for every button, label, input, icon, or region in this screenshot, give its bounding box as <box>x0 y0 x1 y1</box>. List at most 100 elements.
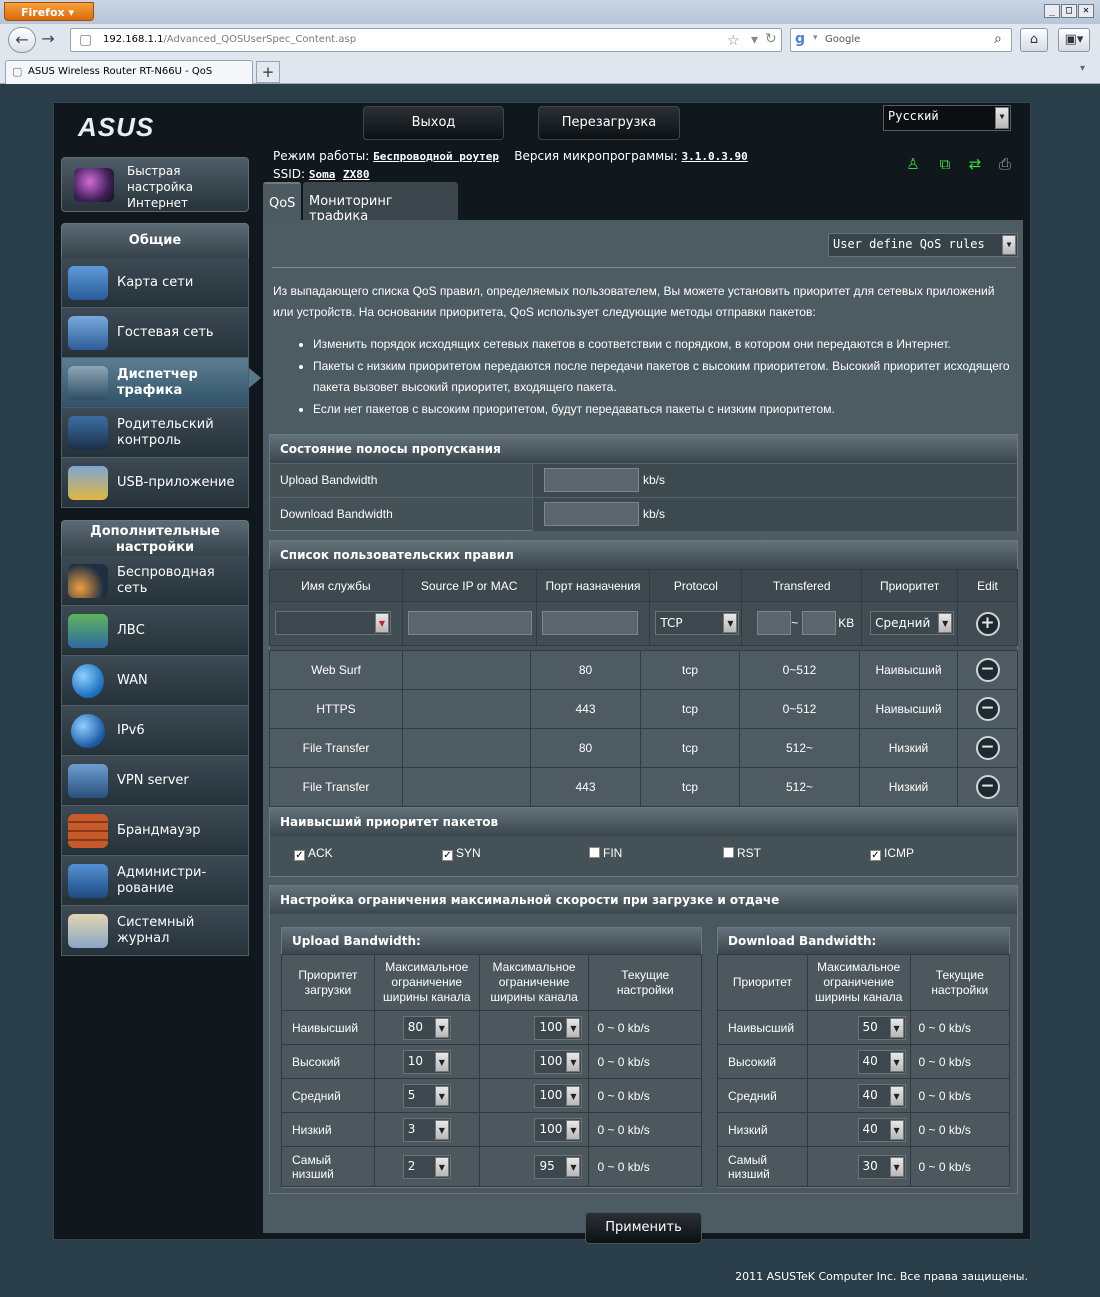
chevron-down-icon: ▼ <box>375 613 389 633</box>
upload-min-select[interactable]: 2 ▼ <box>402 1154 451 1179</box>
sidebar-item-system-log[interactable]: Системный журнал <box>61 906 249 956</box>
icmp-checkbox[interactable]: ✓ ICMP <box>870 846 914 861</box>
sidebar-item-vpn-server[interactable]: VPN server <box>61 756 249 806</box>
priority-select[interactable]: Средний ▼ <box>870 611 955 635</box>
download-limit-select[interactable]: 30 ▼ <box>857 1154 906 1179</box>
mode-link[interactable]: Беспроводной роутер <box>373 150 499 163</box>
quick-internet-setup-button[interactable]: Быстрая настройка Интернет <box>61 157 249 212</box>
limit-cell: 40 ▼ <box>806 1078 911 1113</box>
usb-status-icon[interactable]: ⇄ <box>966 155 984 173</box>
dropdown-arrow-icon[interactable]: ▾ <box>751 32 758 48</box>
edit-cell: − <box>957 650 1018 690</box>
sidebar-item-lan[interactable]: ЛВС <box>61 606 249 656</box>
download-bandwidth-label: Download Bandwidth <box>280 507 393 521</box>
upload-max-select[interactable]: 100 ▼ <box>534 1015 583 1040</box>
sidebar-item-ipv6[interactable]: IPv6 <box>61 706 249 756</box>
checkbox-box[interactable] <box>589 847 600 858</box>
upload-max-select[interactable]: 100 ▼ <box>534 1117 583 1142</box>
download-limit-select[interactable]: 50 ▼ <box>857 1015 906 1040</box>
protocol-select[interactable]: TCP ▼ <box>655 611 740 635</box>
checkbox-box[interactable]: ✓ <box>294 850 305 861</box>
language-select[interactable]: Русский ▼ <box>883 105 1011 131</box>
port-input[interactable] <box>541 611 638 635</box>
transfer-min-input[interactable] <box>757 611 792 635</box>
client-status-icon[interactable]: ♙ <box>904 155 922 173</box>
sidebar-item-parental-control[interactable]: Родительский контроль <box>61 408 249 458</box>
tab-qos[interactable]: QoS <box>263 182 301 220</box>
delete-rule-button[interactable]: − <box>975 775 1000 799</box>
upload-min-select[interactable]: 3 ▼ <box>402 1117 451 1142</box>
rule-name: HTTPS <box>269 689 403 729</box>
minimize-button[interactable]: _ <box>1044 4 1060 18</box>
tab-list-icon[interactable]: ▾ <box>1080 63 1085 74</box>
rst-checkbox[interactable]: RST <box>723 846 761 860</box>
close-window-button[interactable]: ✕ <box>1078 4 1094 18</box>
checkbox-box[interactable]: ✓ <box>870 850 881 861</box>
tab-traffic-monitor[interactable]: Мониторинг трафика <box>303 182 458 224</box>
sidebar-header-advanced: Дополнительные настройки <box>61 520 249 556</box>
source-ip-input[interactable] <box>407 611 532 635</box>
download-limit-select[interactable]: 40 ▼ <box>857 1117 906 1142</box>
service-name-select[interactable]: ▼ <box>275 611 391 635</box>
download-limit-select[interactable]: 40 ▼ <box>857 1049 906 1074</box>
upload-min-select[interactable]: 80 ▼ <box>402 1015 451 1040</box>
sidebar-item-guest-network[interactable]: Гостевая сеть <box>61 308 249 358</box>
back-button[interactable]: ← <box>8 27 36 53</box>
sidebar-item-wireless[interactable]: Беспроводная сеть <box>61 556 249 606</box>
google-icon[interactable]: g <box>795 31 805 47</box>
upload-min-select[interactable]: 10 ▼ <box>402 1049 451 1074</box>
wan-status-icon[interactable]: ⧉ <box>936 155 954 173</box>
sidebar-item-administration[interactable]: Администри-рование <box>61 856 249 906</box>
sidebar-item-traffic-manager[interactable]: Диспетчер трафика <box>61 358 249 408</box>
sidebar-item-wan[interactable]: WAN <box>61 656 249 706</box>
ssid-link-1[interactable]: Soma <box>309 168 336 181</box>
download-bandwidth-input[interactable] <box>544 502 639 526</box>
search-engine-arrow-icon[interactable]: ▾ <box>813 33 818 43</box>
printer-status-icon[interactable]: ⎙ <box>996 155 1014 173</box>
download-limit-select[interactable]: 40 ▼ <box>857 1083 906 1108</box>
forward-button[interactable]: → <box>36 27 60 53</box>
apply-button[interactable]: Применить <box>585 1212 702 1244</box>
current-setting: 0 ~ 0 kb/s <box>588 1010 702 1045</box>
search-icon[interactable]: ⌕ <box>994 31 1002 47</box>
delete-rule-button[interactable]: − <box>975 697 1000 721</box>
sidebar-item-network-map[interactable]: Карта сети <box>61 258 249 308</box>
upload-limit-title: Upload Bandwidth: <box>282 928 701 954</box>
delete-rule-button[interactable]: − <box>975 658 1000 682</box>
upload-min-select[interactable]: 5 ▼ <box>402 1083 451 1108</box>
sidebar-item-usb-application[interactable]: USB-приложение <box>61 458 249 508</box>
browser-tab[interactable]: ▢ ASUS Wireless Router RT-N66U - QoS <box>5 60 253 84</box>
new-tab-button[interactable]: + <box>256 61 280 83</box>
firefox-menu-button[interactable]: Firefox ▾ <box>4 2 94 21</box>
addon-button[interactable]: ▣▾ <box>1058 28 1090 52</box>
transfer-max-input[interactable] <box>802 611 837 635</box>
ssid-link-2[interactable]: ZX80 <box>343 168 370 181</box>
home-button[interactable]: ⌂ <box>1020 28 1048 52</box>
column-header: Edit <box>957 569 1018 602</box>
operation-info: Режим работы: Беспроводной роутер Версия… <box>273 149 748 163</box>
url-bar[interactable]: ▢ 192.168.1.1/Advanced_QOSUserSpec_Conte… <box>70 28 782 52</box>
qos-mode-select[interactable]: User define QoS rules ▼ <box>828 233 1018 257</box>
reboot-button[interactable]: Перезагрузка <box>538 106 680 140</box>
bookmark-star-icon[interactable]: ☆ <box>727 33 740 49</box>
firmware-link[interactable]: 3.1.0.3.90 <box>682 150 748 163</box>
upload-max-select[interactable]: 95 ▼ <box>534 1154 583 1179</box>
upload-max-select[interactable]: 100 ▼ <box>534 1049 583 1074</box>
chevron-down-icon: ▼ <box>1002 235 1016 255</box>
delete-rule-button[interactable]: − <box>975 736 1000 760</box>
reload-icon[interactable]: ↻ <box>765 31 777 47</box>
fin-checkbox[interactable]: FIN <box>589 846 622 860</box>
search-bar[interactable]: g ▾ Google ⌕ <box>790 28 1012 52</box>
add-rule-button[interactable]: + <box>975 611 1000 636</box>
checkbox-label: ICMP <box>884 846 914 860</box>
checkbox-box[interactable]: ✓ <box>442 850 453 861</box>
ack-checkbox[interactable]: ✓ ACK <box>294 846 333 861</box>
checkbox-box[interactable] <box>723 847 734 858</box>
sidebar-item-firewall[interactable]: Брандмауэр <box>61 806 249 856</box>
priority-label: Наивысший <box>717 1010 808 1045</box>
logout-button[interactable]: Выход <box>363 106 504 140</box>
syn-checkbox[interactable]: ✓ SYN <box>442 846 481 861</box>
upload-max-select[interactable]: 100 ▼ <box>534 1083 583 1108</box>
maximize-button[interactable]: □ <box>1061 4 1077 18</box>
upload-bandwidth-input[interactable] <box>544 468 639 492</box>
